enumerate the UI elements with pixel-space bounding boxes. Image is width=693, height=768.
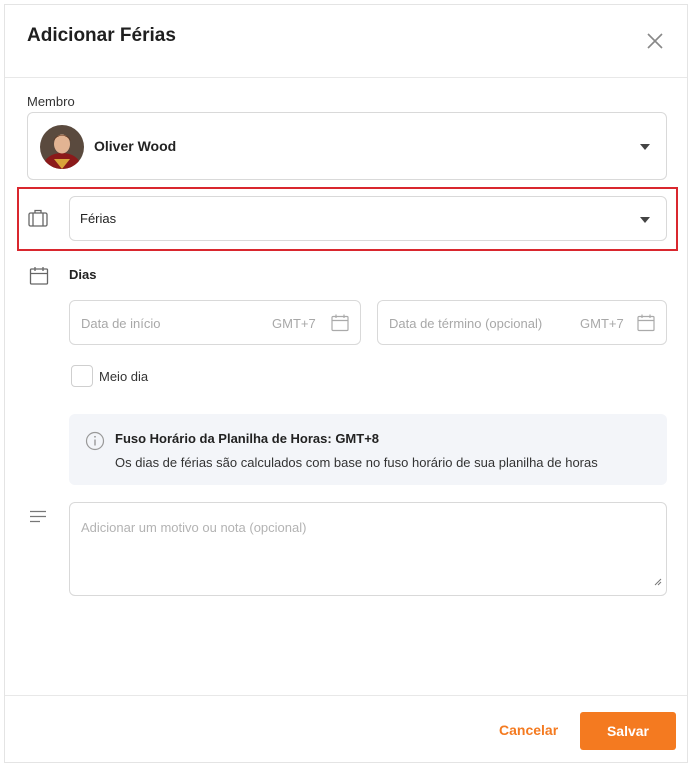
start-timezone: GMT+7 <box>272 316 316 331</box>
member-label: Membro <box>27 94 75 109</box>
note-placeholder: Adicionar um motivo ou nota (opcional) <box>81 520 307 535</box>
info-title: Fuso Horário da Planilha de Horas: GMT+8 <box>115 431 380 446</box>
member-select[interactable]: Oliver Wood <box>27 112 667 180</box>
note-textarea[interactable]: Adicionar um motivo ou nota (opcional) <box>69 502 667 596</box>
member-name: Oliver Wood <box>94 138 177 154</box>
dialog-title: Adicionar Férias <box>27 25 176 46</box>
calendar-icon[interactable] <box>637 314 655 337</box>
half-day-label: Meio dia <box>99 369 149 384</box>
dialog-footer: Cancelar Salvar <box>5 695 687 763</box>
resize-handle-icon[interactable] <box>654 573 662 591</box>
notes-icon <box>29 510 47 529</box>
calendar-icon[interactable] <box>331 314 349 337</box>
info-icon <box>85 431 105 456</box>
save-button[interactable]: Salvar <box>580 712 676 750</box>
calendar-icon <box>29 266 49 291</box>
dialog-header: Adicionar Férias <box>5 5 687 78</box>
briefcase-icon <box>27 208 49 233</box>
end-date-input[interactable]: Data de término (opcional) GMT+7 <box>377 300 667 345</box>
add-vacation-dialog: Adicionar Férias Membro Oliver Wood Féri… <box>4 4 688 763</box>
info-text: Os dias de férias são calculados com bas… <box>115 455 598 470</box>
close-icon[interactable] <box>643 29 667 53</box>
timezone-info-box: Fuso Horário da Planilha de Horas: GMT+8… <box>69 414 667 485</box>
cancel-button[interactable]: Cancelar <box>499 722 558 738</box>
chevron-down-icon <box>640 144 650 150</box>
end-timezone: GMT+7 <box>580 316 624 331</box>
days-label: Dias <box>69 267 97 282</box>
chevron-down-icon <box>640 217 650 223</box>
leave-type-select[interactable]: Férias <box>69 196 667 241</box>
half-day-checkbox[interactable] <box>71 365 93 387</box>
end-date-placeholder: Data de término (opcional) <box>389 316 543 331</box>
leave-type-value: Férias <box>80 211 117 226</box>
avatar <box>40 125 84 169</box>
start-date-placeholder: Data de início <box>81 316 161 331</box>
start-date-input[interactable]: Data de início GMT+7 <box>69 300 361 345</box>
